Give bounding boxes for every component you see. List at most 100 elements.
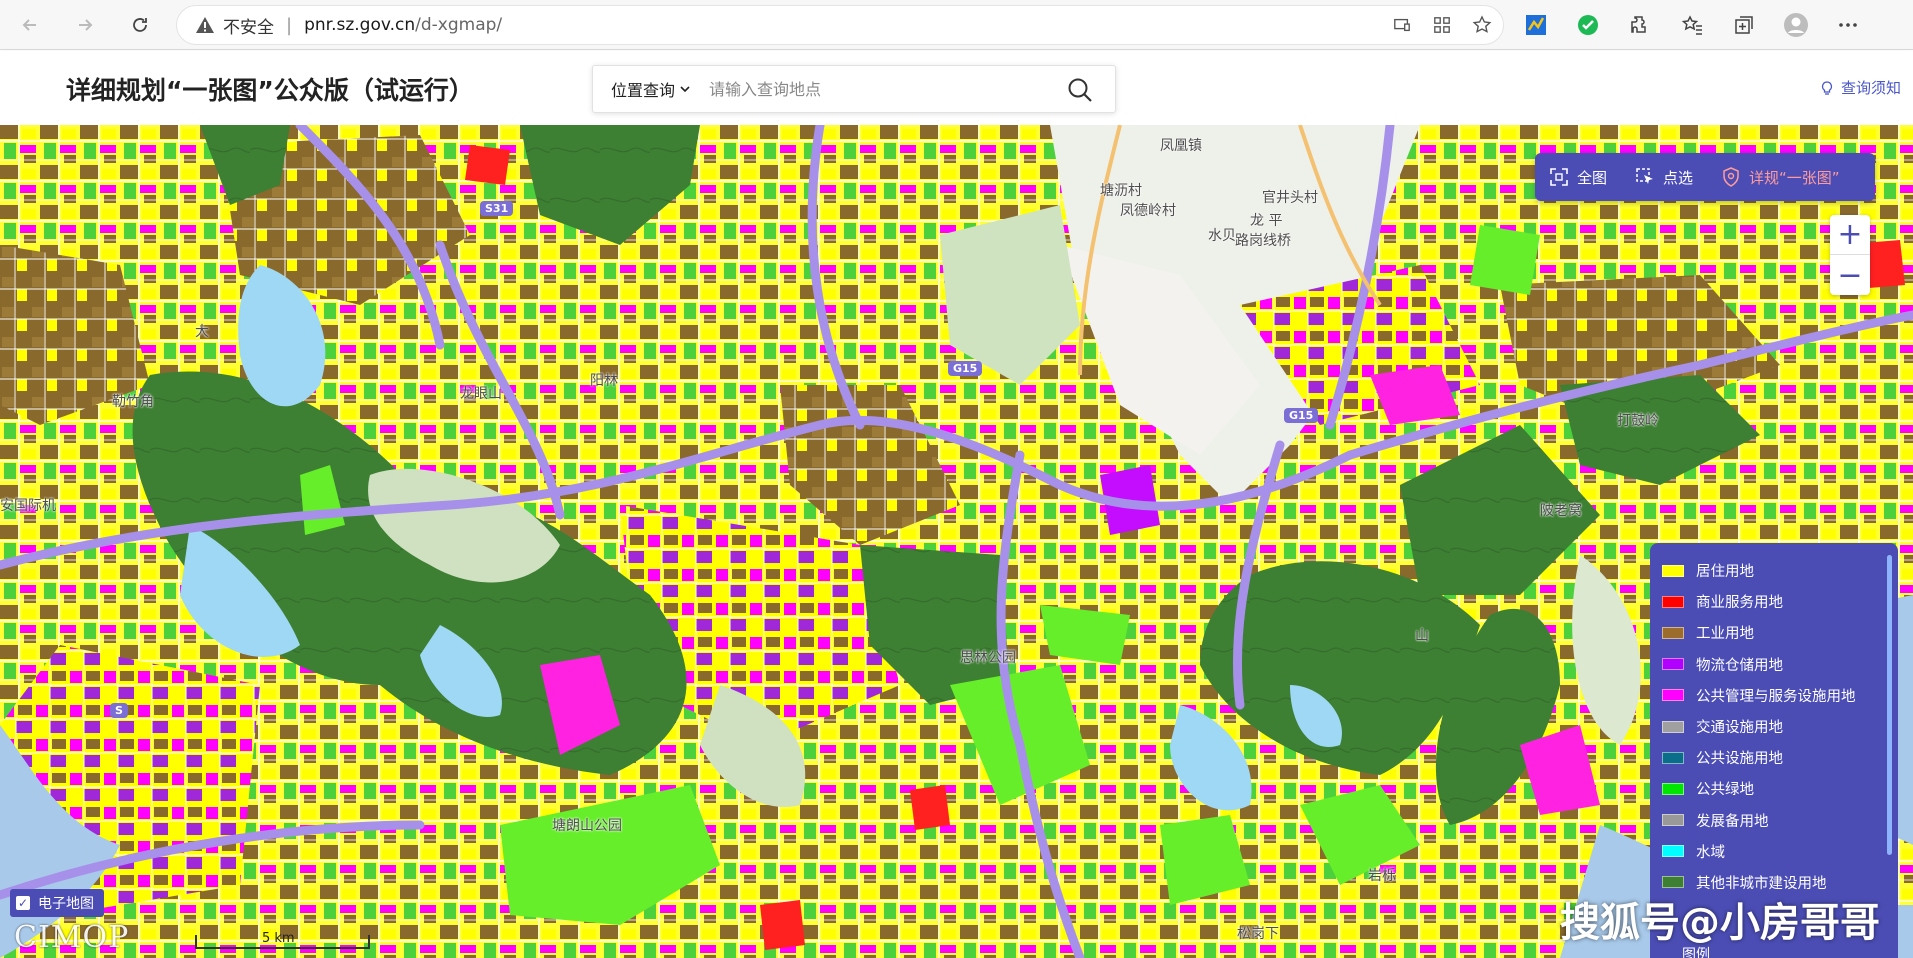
place-label: 路岗线桥	[1235, 233, 1291, 249]
cast-icon[interactable]	[1391, 14, 1413, 36]
search-icon[interactable]	[1067, 77, 1093, 103]
legend-swatch	[1662, 876, 1684, 889]
legend-swatch	[1662, 564, 1684, 577]
cimop-logo: CIMOP	[14, 920, 130, 955]
legend-label: 工业用地	[1696, 626, 1754, 643]
more-menu-icon[interactable]	[1832, 9, 1864, 41]
collections-icon[interactable]	[1728, 9, 1760, 41]
page-title: 详细规划“一张图”公众版（试运行）	[66, 76, 474, 105]
legend-label: 水域	[1696, 844, 1725, 861]
highway-shield: S	[110, 703, 128, 718]
base-map-toggle[interactable]: ✓ 电子地图	[10, 889, 104, 917]
place-label: 水贝	[1208, 228, 1236, 244]
extensions-icon[interactable]	[1624, 9, 1656, 41]
point-select-label: 点选	[1663, 168, 1694, 187]
reload-button[interactable]	[124, 9, 156, 41]
place-label: 陂老窝	[1540, 503, 1582, 519]
legend-swatch	[1662, 626, 1684, 639]
legend-item: 物流仓储用地	[1662, 649, 1898, 680]
help-link[interactable]: 查询须知	[1819, 77, 1901, 98]
highway-shield: G15	[1284, 408, 1319, 423]
point-select-button[interactable]: 点选	[1621, 153, 1707, 201]
legend-item: 水域	[1662, 836, 1898, 867]
full-extent-button[interactable]: 全图	[1535, 153, 1621, 201]
apps-icon[interactable]	[1431, 14, 1453, 36]
legend-item: 公共设施用地	[1662, 742, 1898, 773]
watermark-text: 搜狐号@小房哥哥	[1560, 900, 1880, 946]
zoom-control: + −	[1830, 215, 1870, 295]
legend-scrollbar[interactable]	[1887, 555, 1892, 855]
search-input[interactable]	[709, 79, 1050, 99]
zoom-out-button[interactable]: −	[1830, 255, 1870, 295]
back-button[interactable]	[14, 9, 46, 41]
address-separator: |	[286, 14, 293, 36]
detail-plan-button[interactable]: 详规“一张图”	[1707, 153, 1854, 201]
reload-icon	[133, 18, 147, 32]
place-label: 思林公园	[960, 650, 1016, 666]
legend-swatch	[1662, 658, 1684, 671]
base-map-label: 电子地图	[38, 896, 94, 912]
legend-label: 交通设施用地	[1696, 720, 1783, 737]
map-view[interactable]: 凤凰镇 塘沥村 凤德岭村 官井头村 龙 平 路岗线桥 水贝 龙眼山 勒竹角 安国…	[0, 125, 1913, 958]
legend-swatch	[1662, 845, 1684, 858]
arrow-right-icon	[79, 19, 93, 31]
page-header: 详细规划“一张图”公众版（试运行） 位置查询 查询须知	[0, 51, 1913, 125]
url-text[interactable]: pnr.sz.gov.cn/d-xgmap/	[304, 15, 502, 35]
extension-check-icon[interactable]	[1572, 9, 1604, 41]
legend-label: 商业服务用地	[1696, 595, 1783, 612]
place-label: 凤德岭村	[1120, 203, 1176, 219]
checkbox-checked-icon[interactable]: ✓	[16, 896, 30, 910]
arrow-left-icon	[22, 19, 36, 31]
legend-label: 公共设施用地	[1696, 751, 1783, 768]
lightbulb-icon	[1821, 80, 1833, 95]
help-label: 查询须知	[1840, 79, 1901, 97]
legend-list: 居住用地商业服务用地 工业用地物流仓储用地公共管理与服务设施用地 交通设施用地 公共设…	[1662, 555, 1898, 898]
legend-swatch	[1662, 751, 1684, 764]
search-type-label: 位置查询	[611, 81, 676, 100]
fullscreen-icon	[1550, 168, 1568, 186]
full-extent-label: 全图	[1577, 168, 1608, 187]
legend-item: 交通设施用地	[1662, 711, 1898, 742]
legend-item: 居住用地	[1662, 555, 1898, 586]
place-label: 大	[195, 324, 209, 340]
place-label: 松岗下	[1237, 926, 1279, 942]
extension-chart-icon[interactable]	[1520, 9, 1552, 41]
legend-swatch	[1662, 782, 1684, 795]
address-bar[interactable]: 不安全 | pnr.sz.gov.cn/d-xgmap/	[176, 5, 1504, 45]
highway-shield: S31	[480, 201, 514, 216]
security-label[interactable]: 不安全	[223, 13, 274, 38]
place-label: 塘朗山公园	[552, 818, 622, 834]
zoom-in-button[interactable]: +	[1830, 215, 1870, 255]
place-label: 龙 平	[1250, 213, 1283, 229]
legend-swatch	[1662, 595, 1684, 608]
legend-item: 工业用地	[1662, 617, 1898, 648]
favorite-add-icon[interactable]	[1471, 14, 1493, 36]
place-label: 塘沥村	[1100, 183, 1142, 199]
chevron-down-icon	[680, 86, 690, 93]
place-label: 岩栎	[1368, 868, 1396, 884]
legend-item: 发展备用地	[1662, 805, 1898, 836]
url-path: /d-xgmap/	[415, 15, 503, 35]
legend-swatch	[1662, 814, 1684, 827]
favorites-icon[interactable]	[1676, 9, 1708, 41]
highway-shield: G15	[948, 361, 983, 376]
url-host: pnr.sz.gov.cn	[304, 15, 416, 35]
legend-label: 物流仓储用地	[1696, 657, 1783, 674]
legend-label: 公共管理与服务设施用地	[1696, 688, 1856, 705]
legend-swatch	[1662, 689, 1684, 702]
legend-item: 公共管理与服务设施用地	[1662, 680, 1898, 711]
profile-avatar-icon[interactable]	[1780, 9, 1812, 41]
land-use-map	[0, 125, 1913, 958]
warning-icon	[196, 17, 214, 33]
place-label: 龙眼山	[460, 386, 502, 402]
place-label: 安国际机	[0, 498, 56, 514]
browser-toolbar: 不安全 | pnr.sz.gov.cn/d-xgmap/	[0, 0, 1913, 50]
place-label: 勒竹角	[112, 394, 154, 410]
place-label: 打鼓岭	[1617, 413, 1659, 429]
place-label: 阳林	[590, 373, 618, 389]
legend-label: 居住用地	[1696, 564, 1754, 581]
place-label: 凤凰镇	[1160, 138, 1202, 154]
forward-button[interactable]	[69, 9, 101, 41]
search-type-dropdown[interactable]: 位置查询	[611, 77, 691, 101]
search-box: 位置查询	[592, 65, 1116, 113]
